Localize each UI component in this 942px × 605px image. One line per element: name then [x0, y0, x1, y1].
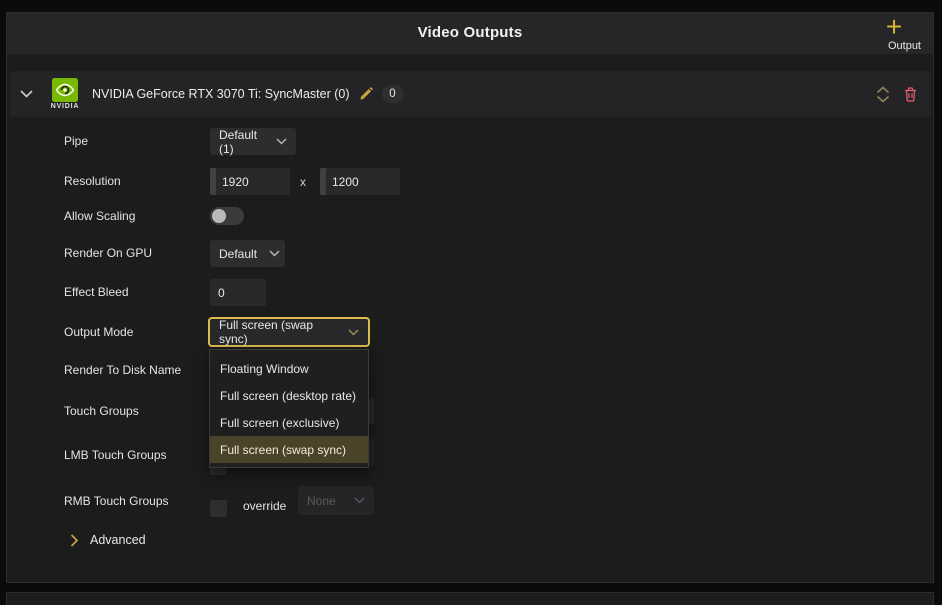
touch-groups-label: Touch Groups [64, 403, 139, 419]
allow-scaling-label: Allow Scaling [64, 208, 135, 224]
move-up-chevron-icon[interactable] [876, 86, 890, 94]
chevron-down-icon [342, 497, 365, 504]
dropdown-option-floating-window[interactable]: Floating Window [210, 355, 368, 382]
output-mode-dropdown-list: Floating Window Full screen (desktop rat… [209, 349, 369, 468]
dropdown-option-fullscreen-desktop-rate[interactable]: Full screen (desktop rate) [210, 382, 368, 409]
resolution-label: Resolution [64, 173, 121, 189]
add-output-label: Output [888, 40, 921, 52]
nvidia-logo-icon: NVIDIA [48, 78, 82, 110]
rmb-override-select: None [298, 486, 374, 515]
render-on-gpu-select[interactable]: Default [210, 240, 285, 267]
add-output-button[interactable]: + [881, 15, 907, 41]
next-panel-edge [6, 592, 934, 605]
delete-output-trash-icon[interactable] [904, 87, 917, 102]
rmb-touch-groups-label: RMB Touch Groups [64, 493, 169, 509]
render-on-gpu-value: Default [219, 247, 257, 261]
rmb-override-value: None [307, 494, 336, 508]
render-on-gpu-label: Render On GPU [64, 245, 152, 261]
chevron-down-icon [257, 250, 280, 257]
pipe-select-value: Default (1) [219, 128, 264, 156]
effect-bleed-input[interactable] [210, 279, 266, 306]
allow-scaling-toggle[interactable] [210, 207, 244, 225]
dropdown-option-fullscreen-swap-sync[interactable]: Full screen (swap sync) [210, 436, 368, 463]
chevron-down-icon [264, 138, 287, 145]
chevron-down-icon [336, 329, 359, 336]
page-title: Video Outputs [7, 24, 933, 41]
resolution-width-input[interactable] [210, 168, 290, 195]
gpu-output-row: NVIDIA NVIDIA GeForce RTX 3070 Ti: SyncM… [10, 71, 931, 117]
resolution-height-input[interactable] [320, 168, 400, 195]
video-outputs-editor: Video Outputs + Output NVIDIA NVIDIA GeF… [0, 0, 942, 605]
reorder-controls [876, 86, 890, 103]
rmb-override-checkbox[interactable] [210, 500, 227, 517]
nvidia-wordmark: NVIDIA [51, 103, 80, 110]
lmb-touch-groups-label: LMB Touch Groups [64, 447, 167, 463]
move-down-chevron-icon[interactable] [876, 95, 890, 103]
gpu-output-title: NVIDIA GeForce RTX 3070 Ti: SyncMaster (… [92, 87, 350, 101]
pipe-select[interactable]: Default (1) [210, 128, 296, 155]
rmb-override-label: override [243, 499, 286, 513]
advanced-section-toggle[interactable]: Advanced [90, 533, 146, 547]
toggle-knob [212, 209, 226, 223]
effect-bleed-label: Effect Bleed [64, 284, 129, 300]
collapse-chevron-icon[interactable] [18, 86, 34, 102]
output-mode-select[interactable]: Full screen (swap sync) [208, 317, 370, 347]
output-mode-value: Full screen (swap sync) [219, 318, 336, 346]
output-count-badge: 0 [382, 85, 404, 103]
resolution-separator: x [300, 175, 306, 189]
edit-pencil-icon[interactable] [359, 87, 373, 101]
dropdown-option-fullscreen-exclusive[interactable]: Full screen (exclusive) [210, 409, 368, 436]
pipe-label: Pipe [64, 133, 88, 149]
panel-header: Video Outputs + Output [7, 13, 933, 54]
advanced-expander-chevron-icon[interactable] [70, 534, 78, 547]
output-mode-label: Output Mode [64, 324, 133, 340]
render-to-disk-name-label: Render To Disk Name [64, 362, 181, 378]
